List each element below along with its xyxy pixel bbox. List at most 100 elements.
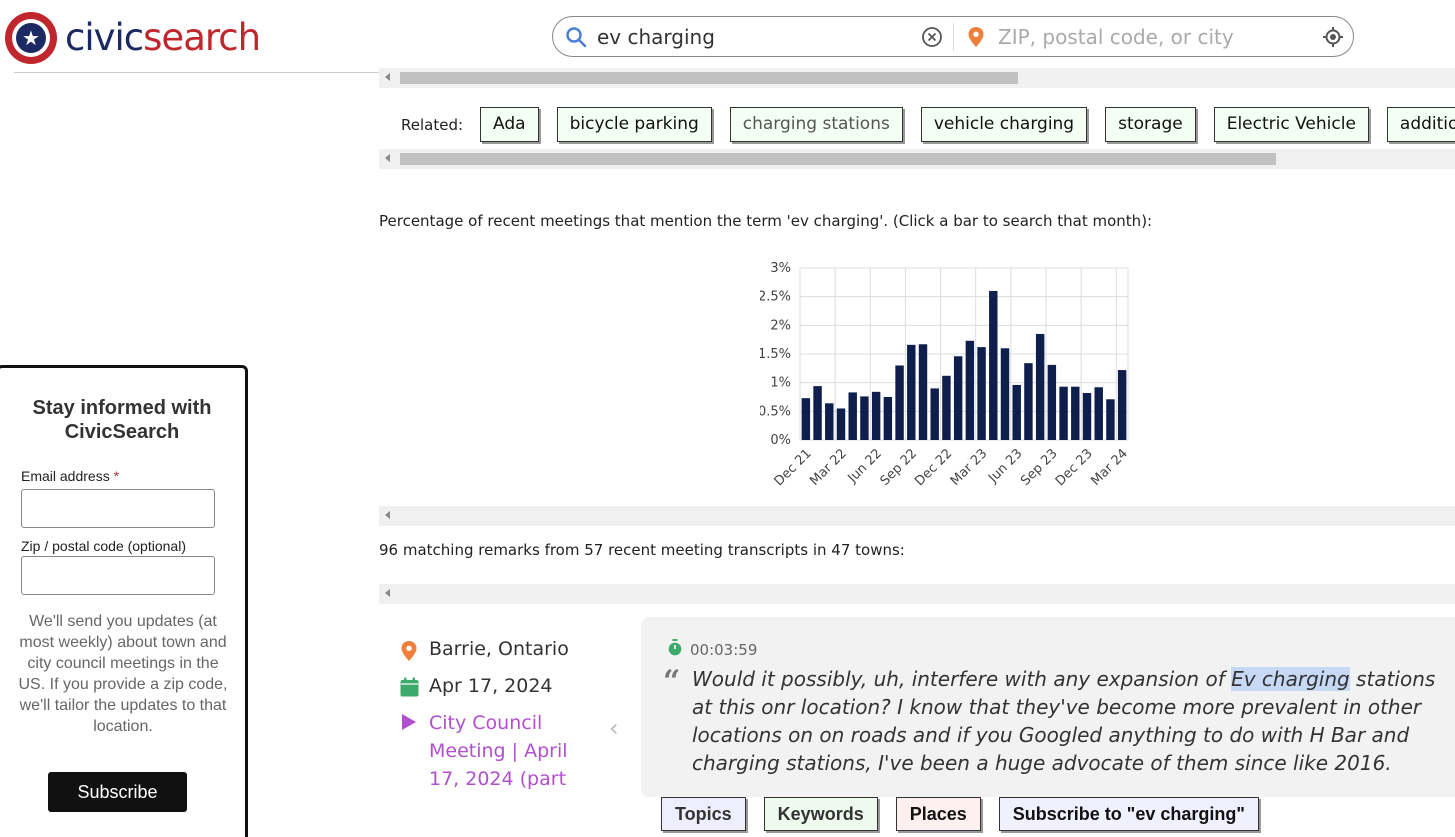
related-chip-storage[interactable]: storage: [1105, 107, 1196, 142]
x-tick-label: Mar 24: [1088, 446, 1131, 489]
results-summary: 96 matching remarks from 57 recent meeti…: [379, 541, 905, 559]
chart-bar[interactable]: [825, 403, 834, 440]
chart-bar[interactable]: [895, 365, 904, 440]
chart-bar[interactable]: [918, 344, 928, 440]
related-chip-bicycle-parking[interactable]: bicycle parking: [556, 107, 712, 142]
search-icon[interactable]: [565, 26, 587, 48]
result-meeting-link[interactable]: City Council Meeting | April 17, 2024 (p…: [429, 709, 589, 793]
logo-search: search: [143, 16, 261, 59]
bottom-tabs: Topics Keywords Places Subscribe to "ev …: [661, 797, 1259, 831]
chart-bar[interactable]: [848, 392, 857, 440]
related-chip-vehicle-charging[interactable]: vehicle charging: [920, 107, 1088, 142]
clear-search-icon[interactable]: [921, 26, 943, 48]
chart-bar[interactable]: [1012, 384, 1021, 440]
quote-timestamp-text: 00:03:59: [690, 640, 758, 659]
zip-label: Zip / postal code (optional): [21, 538, 186, 554]
subscribe-button[interactable]: Subscribe: [48, 772, 187, 812]
chart-bar[interactable]: [1059, 386, 1068, 440]
chart-caption: Percentage of recent meetings that menti…: [379, 212, 1153, 230]
result-place-row: Barrie, Ontario: [400, 637, 600, 666]
email-label-text: Email address: [21, 468, 110, 484]
result-place: Barrie, Ontario: [429, 638, 569, 660]
quote-text-before: Would it possibly, uh, interfere with an…: [692, 667, 1232, 691]
y-tick-label: 0.5%: [760, 404, 791, 419]
related-chip-electric-vehicle[interactable]: Electric Vehicle: [1213, 107, 1369, 142]
y-tick-label: 0%: [770, 433, 791, 448]
email-label: Email address *: [21, 468, 119, 484]
scroll-thumb[interactable]: [400, 72, 1018, 84]
scroll-left-arrow-icon[interactable]: [385, 511, 390, 519]
result-meta: Barrie, Ontario Apr 17, 2024 City Counci…: [400, 637, 600, 801]
quote-timestamp[interactable]: 00:03:59: [668, 639, 757, 660]
chart-bar[interactable]: [930, 388, 939, 440]
logo-civic: civic: [65, 16, 144, 59]
x-tick-label: Dec 22: [912, 446, 955, 489]
chart-bar[interactable]: [965, 340, 975, 440]
zip-field[interactable]: [21, 556, 215, 595]
x-tick-label: Sep 23: [1018, 446, 1061, 489]
scroll-left-arrow-icon[interactable]: [385, 589, 390, 597]
play-icon: [400, 712, 420, 736]
y-tick-label: 3%: [770, 261, 791, 276]
scrollbar-results[interactable]: [379, 584, 1455, 604]
result-meeting-row: City Council Meeting | April 17, 2024 (p…: [400, 709, 600, 793]
chart-bar[interactable]: [860, 396, 869, 440]
quote-highlight: Ev charging: [1231, 667, 1350, 691]
chart-bar[interactable]: [801, 398, 811, 440]
tab-topics[interactable]: Topics: [661, 797, 746, 831]
chart-bar[interactable]: [836, 408, 846, 440]
header-divider: [14, 72, 379, 73]
chart-bar[interactable]: [1094, 387, 1103, 440]
logo-star-icon: ★: [5, 12, 57, 64]
chart-bar[interactable]: [1047, 364, 1057, 440]
subscribe-term-button[interactable]: Subscribe to "ev charging": [998, 797, 1259, 831]
chart-bar[interactable]: [1000, 348, 1010, 440]
result-date-row: Apr 17, 2024: [400, 674, 600, 701]
required-mark: *: [113, 468, 120, 484]
locate-me-icon[interactable]: [1322, 26, 1344, 52]
scroll-left-arrow-icon[interactable]: [385, 154, 390, 162]
calendar-icon: [400, 677, 420, 701]
related-chip-charging-stations[interactable]: charging stations: [729, 107, 903, 142]
location-pin-icon: [400, 640, 420, 666]
chart-bar[interactable]: [1071, 386, 1080, 440]
chart-bar[interactable]: [1106, 399, 1115, 440]
chart-bar[interactable]: [871, 391, 881, 440]
tab-keywords[interactable]: Keywords: [763, 797, 878, 831]
x-tick-label: Dec 21: [772, 446, 815, 489]
y-tick-label: 2%: [770, 318, 791, 333]
chart-bar[interactable]: [1117, 370, 1127, 440]
chart-bar[interactable]: [1082, 392, 1092, 440]
chart-bar[interactable]: [1035, 333, 1045, 440]
chart-bar[interactable]: [883, 397, 893, 440]
email-field[interactable]: [21, 489, 215, 528]
scrollbar-chart[interactable]: [379, 506, 1455, 526]
chart-bar[interactable]: [1024, 363, 1033, 440]
civicsearch-logo[interactable]: ★ civicsearch: [5, 8, 261, 68]
scrollbar-top[interactable]: [379, 68, 1455, 88]
chart-bar[interactable]: [953, 356, 963, 440]
location-input[interactable]: [998, 23, 1298, 51]
search-input[interactable]: [597, 24, 907, 49]
signup-card: Stay informed with CivicSearch Email add…: [0, 365, 248, 837]
scroll-thumb[interactable]: [400, 153, 1276, 165]
y-tick-label: 1.5%: [760, 347, 791, 362]
result-date: Apr 17, 2024: [429, 675, 553, 697]
chart-bar[interactable]: [977, 347, 986, 440]
related-label: Related:: [401, 115, 464, 134]
related-chip-ada[interactable]: Ada: [480, 107, 539, 142]
mentions-bar-chart: 0%0.5%1%1.5%2%2.5%3%Dec 21Mar 22Jun 22Se…: [760, 261, 1131, 489]
scrollbar-related[interactable]: [379, 149, 1455, 169]
chart-bar[interactable]: [813, 386, 822, 440]
search-bar: [552, 16, 1354, 57]
related-chip-additional[interactable]: additional: [1386, 107, 1455, 142]
chart-bar[interactable]: [942, 375, 951, 440]
tab-places[interactable]: Places: [895, 797, 981, 831]
quote-text: Would it possibly, uh, interfere with an…: [692, 665, 1452, 777]
scroll-left-arrow-icon[interactable]: [385, 73, 390, 81]
related-terms: Related: Ada bicycle parking charging st…: [401, 107, 1455, 142]
y-tick-label: 2.5%: [760, 290, 791, 305]
chart-bar[interactable]: [989, 290, 998, 440]
chart-bar[interactable]: [907, 344, 916, 440]
chevron-left-icon[interactable]: ‹: [609, 714, 619, 742]
